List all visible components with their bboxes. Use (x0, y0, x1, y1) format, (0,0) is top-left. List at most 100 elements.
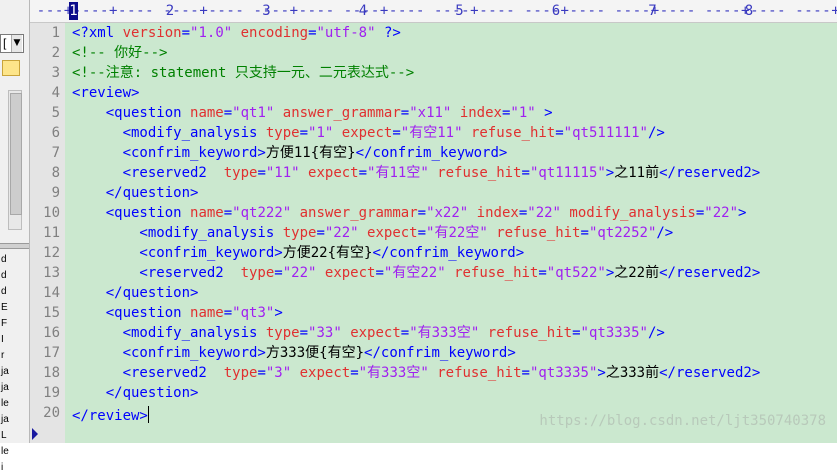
code-line[interactable]: <reserved2 type="22" expect="有空22" refus… (72, 263, 760, 283)
code-token: <review> (72, 85, 140, 101)
code-token: "qt511111" (563, 125, 648, 141)
code-line[interactable]: <confrim_keyword>方便11{有空}</confrim_keywo… (72, 143, 508, 163)
ruler-number: 2 (165, 3, 175, 19)
code-line[interactable]: <confrim_keyword>方便22{有空}</confrim_keywo… (72, 243, 524, 263)
code-token: "1" (308, 125, 334, 141)
panel-scrollbar[interactable] (8, 90, 22, 230)
code-token: <confrim_keyword> (72, 345, 266, 361)
ruler-number: 8 (744, 3, 754, 19)
code-token: </reserved2> (659, 365, 761, 381)
code-token: > (597, 365, 606, 381)
code-token: "11" (265, 165, 300, 181)
panel-list-item[interactable]: E (0, 300, 28, 316)
panel-list-item[interactable]: F (0, 316, 28, 332)
panel-list-item[interactable]: I (0, 332, 28, 348)
code-token: </review> (72, 408, 148, 424)
code-line[interactable]: <modify_analysis type="22" expect="有22空"… (72, 223, 673, 243)
code-token: = (417, 205, 427, 221)
code-line[interactable]: <modify_analysis type="1" expect="有空11" … (72, 123, 665, 143)
code-token: = (299, 325, 309, 341)
code-token: = (400, 325, 410, 341)
panel-list-item[interactable]: i (0, 460, 28, 476)
code-line[interactable]: <question name="qt3"> (72, 303, 283, 323)
code-line[interactable]: <question name="qt1" answer_grammar="x11… (72, 103, 553, 123)
code-token: = (555, 125, 564, 141)
panel-list-item[interactable]: d (0, 268, 28, 284)
code-token: <reserved2 (72, 265, 241, 281)
panel-list-item[interactable]: le (0, 444, 28, 460)
code-token: = (521, 365, 530, 381)
code-token: refuse_hit (470, 125, 556, 141)
code-line[interactable]: <modify_analysis type="33" expect="有333空… (72, 323, 665, 343)
code-token: "22" (704, 205, 739, 221)
code-token: <modify_analysis (72, 225, 283, 241)
panel-dropdown[interactable]: [ ▼ (0, 34, 24, 53)
code-line[interactable]: <reserved2 type="3" expect="有333空" refus… (72, 363, 761, 383)
code-line[interactable]: <!-- 你好--> (72, 43, 167, 63)
panel-list-item[interactable]: d (0, 284, 28, 300)
code-line[interactable]: <?xml version="1.0" encoding="utf-8" ?> (72, 23, 401, 43)
ruler-number: 7 (648, 3, 657, 19)
code-token: "qt3335" (580, 325, 648, 341)
code-line[interactable]: </review> (72, 403, 149, 424)
code-token: "utf-8" (316, 25, 376, 41)
code-token: type (282, 225, 317, 241)
ruler-number: 5 (455, 3, 464, 19)
ruler-ticks: ---+----+---- ----+---- ----+---- ----+-… (36, 3, 837, 19)
code-editor[interactable]: https://blog.csdn.net/ljt350740378 <?xml… (65, 23, 837, 443)
code-line[interactable]: <review> (72, 83, 139, 103)
code-token: 方便11{有空} (265, 145, 356, 161)
code-token: "qt2252" (588, 225, 657, 241)
code-token: = (274, 265, 283, 281)
code-token: expect (308, 165, 359, 181)
line-number-gutter[interactable]: 1 2 3 4 5 6 7 8 9 10 11 12 13 14 15 16 17 18 19 20 (30, 23, 65, 443)
code-token: = (392, 125, 401, 141)
panel-list-item[interactable]: L (0, 428, 28, 444)
line-number: 17 (43, 345, 60, 361)
code-token: = (572, 325, 581, 341)
line-number: 20 (43, 405, 60, 421)
code-line[interactable]: <!--注意: statement 只支持一元、二元表达式--> (72, 63, 414, 83)
folder-icon[interactable] (2, 60, 20, 76)
code-token: = (223, 305, 233, 321)
panel-list-item[interactable]: d (0, 252, 28, 268)
text-caret (147, 406, 149, 423)
code-line[interactable]: <confrim_keyword>方333便{有空}</confrim_keyw… (72, 343, 516, 363)
code-token: "qt11115" (529, 165, 606, 181)
panel-splitter[interactable] (0, 243, 29, 249)
line-number: 7 (51, 145, 60, 161)
code-token: "22" (527, 205, 561, 221)
code-line[interactable]: </question> (72, 183, 199, 203)
panel-list-item[interactable]: ja (0, 380, 28, 396)
panel-list-item[interactable]: le (0, 396, 28, 412)
ruler-number: 6 (551, 3, 561, 19)
code-token: = (580, 225, 589, 241)
code-token: version (122, 25, 182, 41)
code-token: "qt3335" (529, 365, 598, 381)
code-line[interactable]: <reserved2 type="11" expect="有11空" refus… (72, 163, 761, 183)
panel-list-item[interactable]: ja (0, 364, 28, 380)
code-token: = (518, 205, 528, 221)
code-token: <?xml (72, 25, 123, 41)
code-token: > (605, 265, 615, 281)
code-token: refuse_hit (496, 225, 581, 241)
code-token: 之11前 (614, 165, 660, 181)
code-token: <question (72, 105, 191, 121)
panel-scrollbar-thumb[interactable] (10, 93, 22, 215)
code-token: refuse_hit (437, 365, 522, 381)
panel-list-item[interactable]: r (0, 348, 28, 364)
code-token: "有空11" (400, 125, 463, 141)
panel-list-item[interactable]: ja (0, 412, 28, 428)
code-token: "x11" (409, 105, 452, 121)
code-line[interactable]: <question name="qt222" answer_grammar="x… (72, 203, 747, 223)
code-line[interactable]: </question> (72, 383, 199, 403)
chevron-down-icon[interactable]: ▼ (11, 35, 22, 52)
code-token: </reserved2> (659, 265, 761, 281)
code-line[interactable]: </question> (72, 283, 199, 303)
